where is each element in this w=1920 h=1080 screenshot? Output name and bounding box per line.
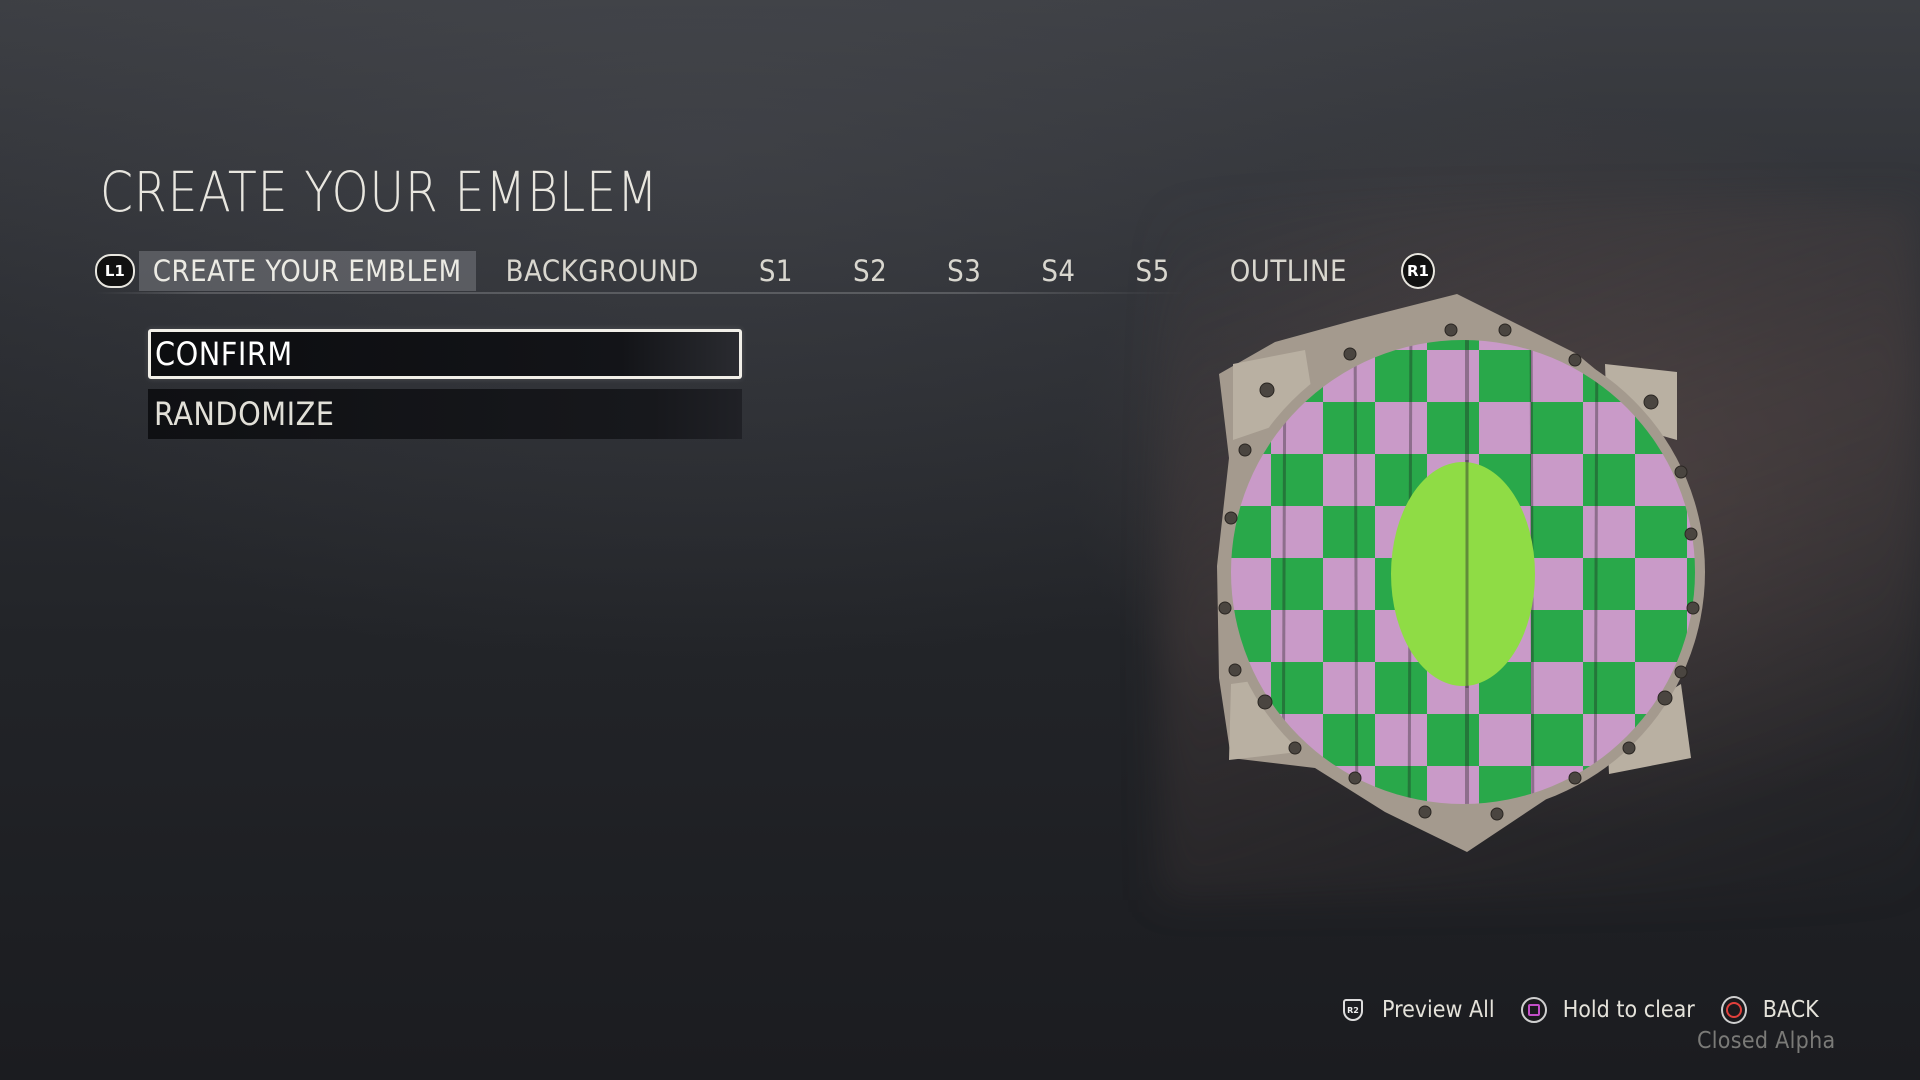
r2-glyph-label: R2 <box>1343 999 1363 1021</box>
button-prompts: R2 Preview All Hold to clear BACK <box>1340 996 1819 1024</box>
tab-s4[interactable]: S4 <box>1029 251 1087 291</box>
hold-to-clear-label: Hold to clear <box>1562 997 1695 1023</box>
preview-all-label: Preview All <box>1382 997 1495 1023</box>
page-title: CREATE YOUR EMBLEM <box>100 160 659 224</box>
confirm-button[interactable]: CONFIRM <box>148 329 742 379</box>
preview-all-prompt[interactable]: R2 Preview All <box>1340 997 1495 1023</box>
l1-button-glyph[interactable]: L1 <box>95 254 135 288</box>
emblem-menu: CONFIRM RANDOMIZE <box>148 329 742 449</box>
back-prompt[interactable]: BACK <box>1720 996 1819 1024</box>
r1-button-glyph[interactable]: R1 <box>1400 253 1435 289</box>
tab-divider <box>95 292 1185 294</box>
tab-s1[interactable]: S1 <box>747 251 805 291</box>
tab-s3[interactable]: S3 <box>935 251 993 291</box>
center-ellipse <box>1391 462 1535 686</box>
tab-s2[interactable]: S2 <box>841 251 899 291</box>
emblem-shield-preview <box>1217 294 1705 852</box>
circle-button-icon <box>1720 996 1747 1024</box>
square-button-icon <box>1520 997 1547 1023</box>
tab-create-your-emblem[interactable]: CREATE YOUR EMBLEM <box>138 251 476 291</box>
tab-bar: L1 CREATE YOUR EMBLEM BACKGROUND S1 S2 S… <box>95 250 1435 292</box>
tab-outline[interactable]: OUTLINE <box>1218 251 1359 291</box>
r2-trigger-icon: R2 <box>1340 997 1366 1023</box>
hold-to-clear-prompt[interactable]: Hold to clear <box>1520 997 1695 1023</box>
closed-alpha-watermark: Closed Alpha <box>1697 1028 1836 1054</box>
tab-background[interactable]: BACKGROUND <box>494 251 711 291</box>
tab-s5[interactable]: S5 <box>1124 251 1182 291</box>
randomize-button[interactable]: RANDOMIZE <box>148 389 742 439</box>
back-label: BACK <box>1762 997 1819 1023</box>
